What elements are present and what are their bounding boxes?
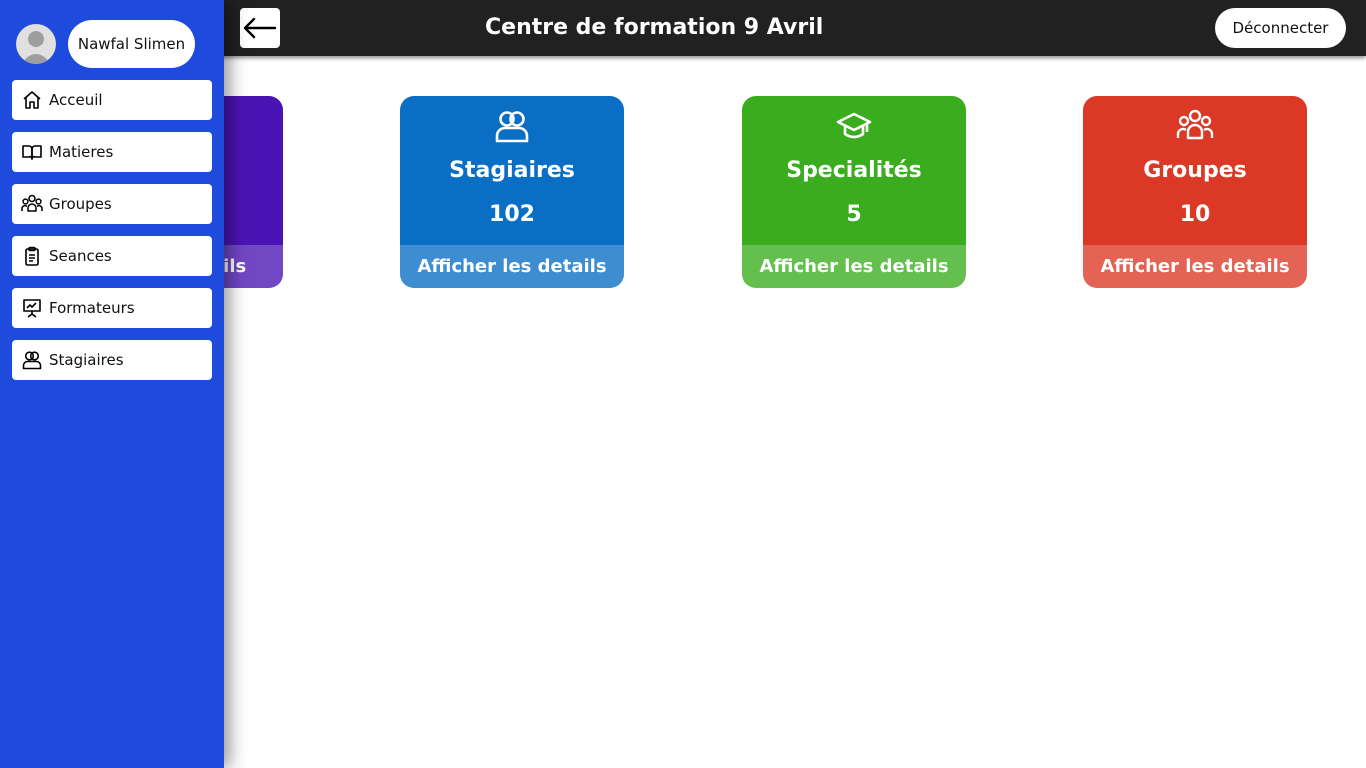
user-icon — [21, 31, 51, 64]
card-groupes: Groupes 10 Afficher les details — [1083, 96, 1307, 288]
card-details-link[interactable]: Afficher les details — [1083, 245, 1307, 288]
sidebar-item-matieres[interactable]: Matieres — [12, 132, 212, 172]
logout-button[interactable]: Déconnecter — [1215, 8, 1346, 48]
avatar[interactable] — [16, 24, 56, 64]
card-details-link[interactable]: Afficher les details — [400, 245, 624, 288]
card-title: Stagiaires — [449, 158, 575, 183]
users-icon — [400, 108, 624, 144]
users-icon — [21, 349, 43, 371]
group-icon — [21, 193, 43, 215]
card-count: 102 — [489, 202, 535, 227]
presentation-icon — [21, 297, 43, 319]
card-details-link[interactable]: Afficher les details — [742, 245, 966, 288]
app-title: Centre de formation 9 Avril — [485, 15, 824, 40]
card-count: 5 — [846, 202, 862, 227]
sidebar-item-label: Seances — [49, 247, 112, 265]
sidebar-item-stagiaires[interactable]: Stagiaires — [12, 340, 212, 380]
sidebar-item-seances[interactable]: Seances — [12, 236, 212, 276]
card-count: 10 — [1179, 202, 1211, 227]
graduation-cap-icon — [742, 108, 966, 144]
sidebar-item-label: Stagiaires — [49, 351, 124, 369]
arrow-left-icon — [243, 17, 277, 39]
sidebar-item-formateurs[interactable]: Formateurs — [12, 288, 212, 328]
group-icon — [1083, 108, 1307, 144]
sidebar-item-acceuil[interactable]: Acceuil — [12, 80, 212, 120]
sidebar-item-groupes[interactable]: Groupes — [12, 184, 212, 224]
card-title: Groupes — [1143, 158, 1247, 183]
home-icon — [21, 89, 43, 111]
book-icon — [21, 141, 43, 163]
sidebar: Nawfal Slimen Acceuil Matieres Groupes S… — [0, 0, 224, 768]
card-stagiaires: Stagiaires 102 Afficher les details — [400, 96, 624, 288]
back-button[interactable] — [240, 8, 280, 48]
sidebar-item-label: Formateurs — [49, 299, 135, 317]
sidebar-item-label: Groupes — [49, 195, 112, 213]
card-specialites: Specialités 5 Afficher les details — [742, 96, 966, 288]
clipboard-icon — [21, 245, 43, 267]
sidebar-item-label: Matieres — [49, 143, 114, 161]
sidebar-item-label: Acceuil — [49, 91, 103, 109]
user-name[interactable]: Nawfal Slimen — [68, 20, 195, 68]
card-title: Specialités — [786, 158, 922, 183]
